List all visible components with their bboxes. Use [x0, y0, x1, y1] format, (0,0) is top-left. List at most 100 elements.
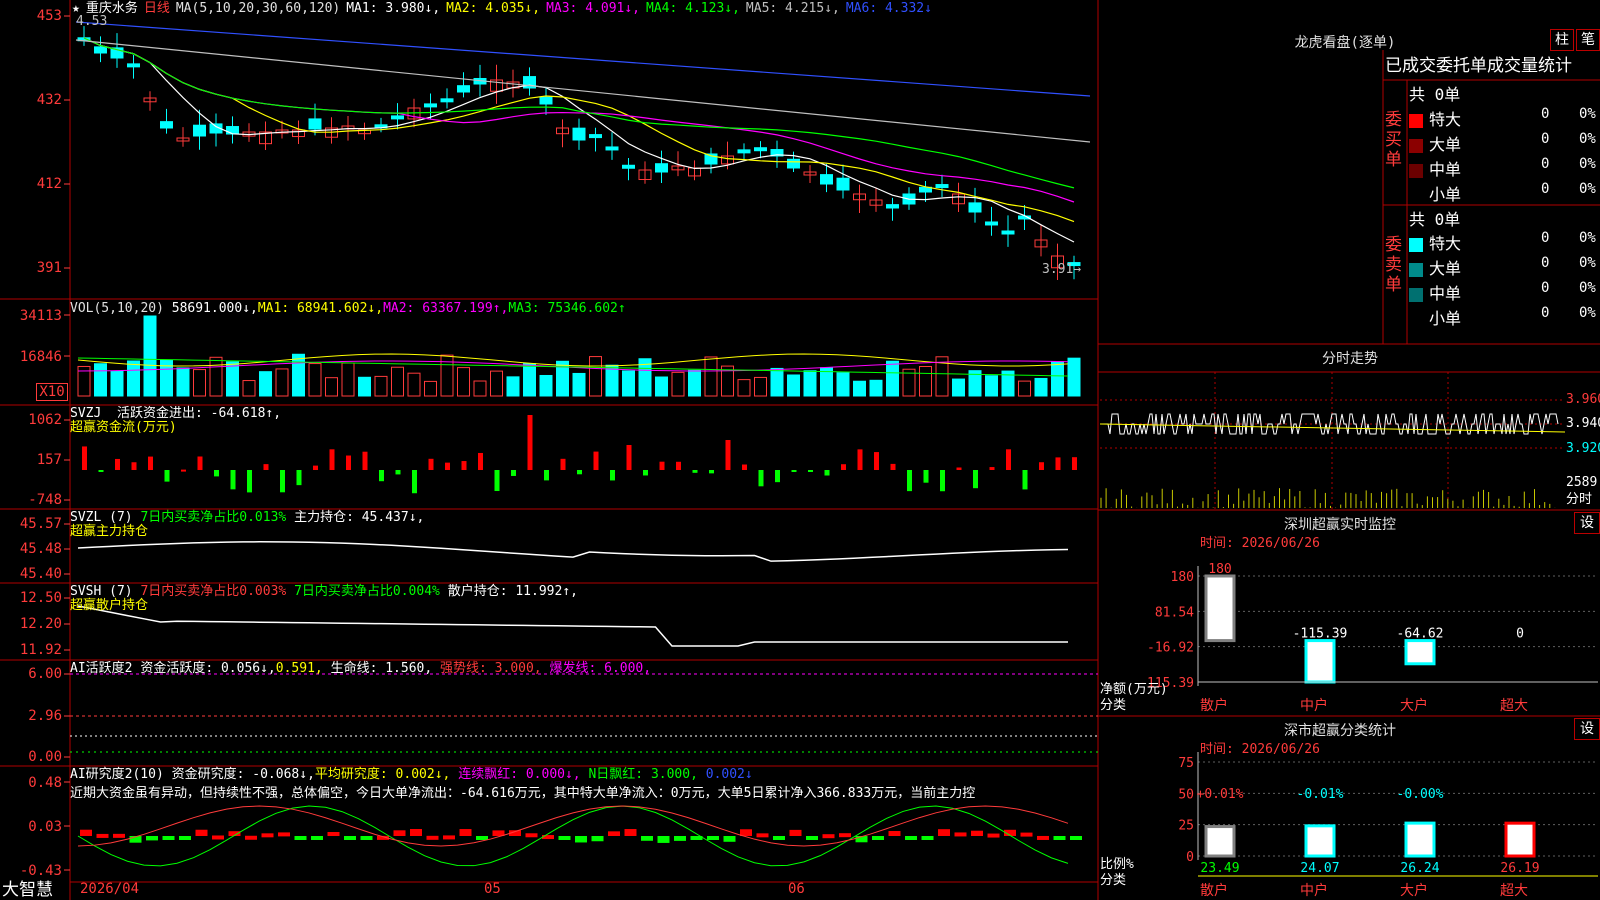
bar-value-label: -64.62: [1397, 627, 1444, 642]
svzj-axis-label: 157: [36, 452, 62, 468]
volume-bar: [523, 363, 536, 397]
research-bar: [624, 829, 637, 836]
category-label: 中户: [1300, 882, 1328, 899]
research-bar: [954, 832, 967, 837]
volume-bar: [490, 370, 503, 397]
row-pct: 0%: [1579, 106, 1596, 122]
candle-body: [1001, 230, 1015, 235]
volume-bar: [836, 372, 850, 397]
research-bar: [261, 833, 274, 838]
x-axis-label: 06: [788, 881, 805, 897]
svzj-bar: [725, 440, 731, 470]
svzj-bar: [956, 467, 962, 470]
svzj-axis-label: -748: [28, 492, 62, 508]
research-bar: [1053, 836, 1066, 840]
category-label: 中户: [1300, 697, 1328, 714]
svzj-bar: [923, 470, 929, 483]
bar-view-button[interactable]: 柱: [1550, 29, 1574, 51]
candle-body: [589, 134, 602, 139]
svzl-line: [77, 541, 1069, 562]
volume-bar: [622, 370, 635, 397]
bar-value-label: -0.01%: [1297, 787, 1344, 802]
research-bar: [360, 836, 373, 840]
svzj-bar: [791, 470, 797, 472]
svzj-bar: [445, 462, 450, 470]
axis-tick-label: -16.92: [1147, 641, 1194, 656]
svzj-bar: [98, 470, 104, 472]
sm-time: 时间: 2026/06/26: [1200, 742, 1320, 757]
bar-value-label: 24.07: [1300, 861, 1339, 876]
chart-canvas[interactable]: 18081.54-16.92-115.39180-115.39 -64.62 0散户…: [0, 0, 1600, 900]
row-pct: 0%: [1579, 280, 1596, 296]
svzj-bar: [131, 462, 137, 470]
svzl-sub: 超赢主力持仓: [70, 524, 149, 539]
research-bar: [426, 835, 439, 840]
svzj-bar: [115, 458, 120, 470]
volume-bar: [143, 315, 157, 397]
row-pct: 0%: [1579, 305, 1596, 321]
volume-bar: [952, 378, 965, 397]
research-bar: [311, 836, 323, 840]
svzj-bar: [296, 470, 302, 486]
research-bar: [756, 833, 769, 838]
candle-body: [968, 202, 982, 213]
candle-body: [935, 184, 949, 189]
tab-filled[interactable]: 已成交: [1385, 56, 1436, 76]
row-name: 中单: [1429, 284, 1462, 303]
intraday-axis-label: 3.940: [1566, 416, 1600, 431]
volume-bar: [539, 374, 553, 397]
sm-settings-button[interactable]: 设: [1574, 718, 1600, 740]
tab-volume[interactable]: 成交量: [1487, 56, 1538, 76]
row-name: 中单: [1429, 160, 1462, 179]
sm-stats-title: 深市超赢分类统计: [1284, 723, 1396, 739]
volume-bars: [77, 315, 1081, 397]
period-label[interactable]: 日线: [144, 1, 170, 16]
buy-row: 大单 0 0%: [1409, 131, 1599, 155]
app-brand[interactable]: 大智慧: [2, 880, 53, 900]
ai-research-header: AI研究度2(10) 资金研究度: -0.068↓,平均研究度: 0.002↓,…: [70, 767, 753, 782]
research-bar: [1037, 835, 1049, 840]
research-bar: [657, 836, 670, 843]
volume-bar: [275, 368, 289, 397]
sz-settings-button[interactable]: 设: [1574, 512, 1600, 534]
volume-bar: [1018, 380, 1031, 397]
svsh-line: [77, 605, 1068, 647]
svzj-bar: [461, 461, 467, 470]
tab-orders[interactable]: 委托单: [1436, 56, 1487, 76]
legend-swatch: [1409, 262, 1423, 277]
pen-view-button[interactable]: 笔: [1576, 29, 1600, 51]
intraday-title[interactable]: 分时走势: [1300, 348, 1400, 368]
svzj-bar: [230, 470, 236, 490]
research-bar: [938, 829, 950, 836]
axis-tick-label: 81.54: [1155, 605, 1194, 620]
svzj-bar: [1072, 457, 1077, 470]
y-ticks: [64, 15, 70, 871]
svzj-bar: [428, 458, 434, 470]
svzj-bar: [692, 470, 698, 473]
category-bar: [1404, 821, 1436, 858]
research-bar: [641, 836, 653, 841]
research-bar: [971, 830, 983, 836]
svzj-bar: [511, 470, 516, 476]
ai-activity-series: [70, 673, 1098, 753]
row-pct: 0%: [1579, 230, 1596, 246]
candle-body: [226, 126, 239, 135]
sz-xlabel: 分类: [1100, 698, 1127, 713]
tab-stats[interactable]: 统计: [1538, 56, 1572, 76]
candle-body: [754, 147, 767, 152]
svzj-bar: [181, 469, 186, 472]
candle-body: [787, 158, 800, 169]
ma5-value: MA5: 4.215↓,: [745, 1, 840, 16]
research-bar: [443, 835, 455, 840]
ai-active-header: AI活跃度2 资金活跃度: 0.056↓,0.591, 生命线: 1.560, …: [70, 661, 652, 676]
research-bar: [1020, 832, 1033, 837]
svzj-bar: [247, 470, 252, 493]
svzj-bar: [874, 452, 879, 470]
row-name: 小单: [1429, 185, 1462, 204]
svzj-bar: [890, 463, 896, 470]
volume-bar: [853, 380, 866, 397]
legend-swatch: [1409, 312, 1423, 327]
volume-bar: [754, 376, 767, 397]
research-bar: [806, 836, 818, 840]
svzl-axis-label: 45.40: [19, 566, 62, 582]
